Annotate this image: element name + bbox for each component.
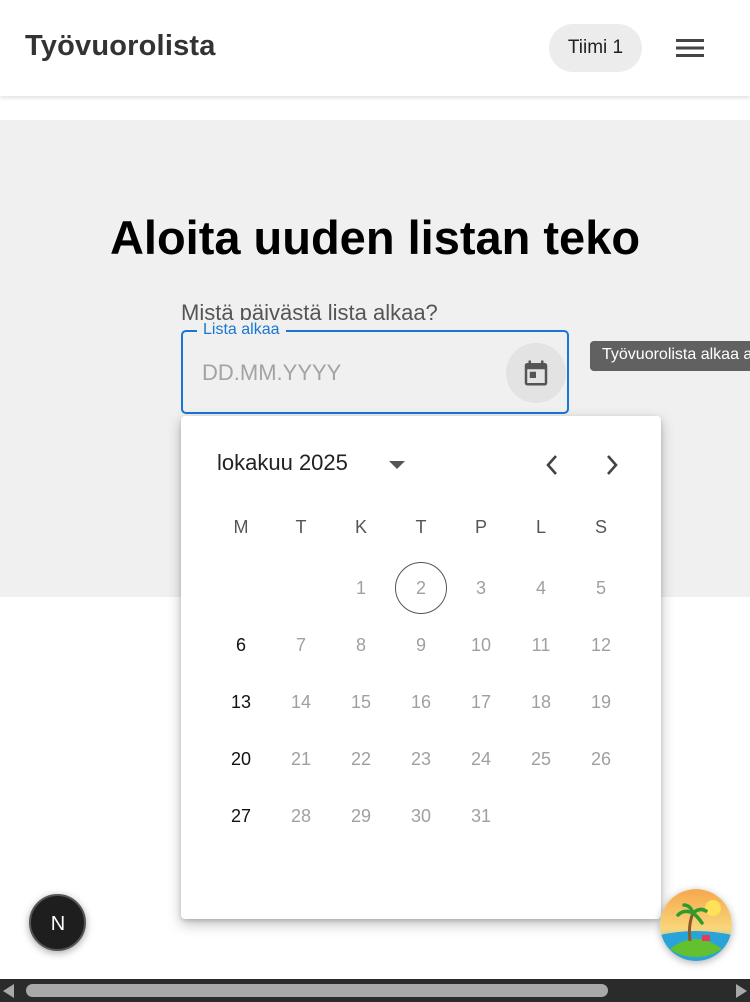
weekday-label: T bbox=[415, 517, 427, 537]
chevron-down-icon bbox=[389, 461, 405, 469]
chevron-right-icon bbox=[607, 455, 618, 475]
calendar-day: 8 bbox=[355, 634, 366, 655]
chevron-left-icon bbox=[546, 455, 557, 475]
calendar-day: 30 bbox=[410, 805, 432, 826]
start-date-label: Lista alkaa bbox=[197, 320, 286, 340]
calendar-day: 7 bbox=[295, 634, 306, 655]
calendar-day: 15 bbox=[350, 691, 372, 712]
calendar-day: 23 bbox=[410, 748, 432, 769]
beach-island-button[interactable] bbox=[660, 889, 732, 961]
date-picker-popup: lokakuu 2025 MTKTPLS 1 2 3 4 5 6 7 8 9 10 11 12 13 14… bbox=[181, 416, 661, 919]
team-chip[interactable]: Tiimi 1 bbox=[549, 24, 642, 72]
calendar-day: 17 bbox=[470, 691, 492, 712]
calendar-day: 16 bbox=[410, 691, 432, 712]
menu-button[interactable] bbox=[664, 24, 716, 72]
horizontal-scrollbar[interactable] bbox=[0, 979, 750, 1002]
calendar-day-today: 2 bbox=[395, 562, 447, 614]
calendar-day: 12 bbox=[590, 634, 612, 655]
scroll-left-arrow[interactable] bbox=[3, 984, 14, 998]
calendar-day: 22 bbox=[350, 748, 372, 769]
page-title: Aloita uuden listan teko bbox=[109, 211, 641, 264]
calendar-month-label[interactable]: lokakuu 2025 bbox=[217, 450, 348, 476]
calendar-day: 25 bbox=[530, 748, 552, 769]
calendar-day: 19 bbox=[590, 691, 612, 712]
calendar-day: 10 bbox=[470, 634, 492, 655]
app-bar: Työvuorolista Tiimi 1 bbox=[0, 0, 750, 96]
calendar-day: 26 bbox=[590, 748, 612, 769]
calendar-day: 1 bbox=[355, 577, 366, 598]
calendar-day: 14 bbox=[290, 691, 312, 712]
month-year-dropdown-button[interactable] bbox=[384, 452, 410, 478]
calendar-day: 31 bbox=[470, 805, 492, 826]
weekday-label: T bbox=[295, 517, 307, 537]
scroll-right-arrow[interactable] bbox=[736, 984, 747, 998]
hamburger-menu-icon bbox=[676, 39, 704, 57]
app-title[interactable]: Työvuorolista bbox=[25, 30, 216, 63]
calendar-day[interactable]: 6 bbox=[215, 619, 267, 671]
calendar-day: 5 bbox=[595, 577, 606, 598]
calendar-day[interactable]: 27 bbox=[215, 790, 267, 842]
weekday-label: L bbox=[535, 517, 546, 537]
previous-month-button[interactable] bbox=[537, 450, 567, 480]
weekday-label: S bbox=[594, 517, 607, 537]
weekday-label: M bbox=[233, 517, 249, 537]
open-calendar-button[interactable] bbox=[506, 343, 566, 403]
calendar-day: 28 bbox=[290, 805, 312, 826]
start-date-field[interactable]: Lista alkaa bbox=[181, 320, 569, 414]
calendar-day: 4 bbox=[535, 577, 546, 598]
calendar-day: 18 bbox=[530, 691, 552, 712]
weekday-label: K bbox=[354, 517, 367, 537]
calendar-day: 9 bbox=[415, 634, 426, 655]
calendar-day[interactable]: 13 bbox=[215, 676, 267, 728]
next-month-button[interactable] bbox=[597, 450, 627, 480]
calendar-day: 11 bbox=[531, 634, 551, 655]
svg-text:N: N bbox=[50, 913, 64, 935]
horizontal-scroll-thumb[interactable] bbox=[26, 984, 608, 997]
calendar-day: 3 bbox=[475, 577, 486, 598]
next-dev-badge[interactable]: N bbox=[29, 894, 86, 951]
calendar-day: 24 bbox=[470, 748, 492, 769]
calendar-day[interactable]: 20 bbox=[215, 733, 267, 785]
start-date-input[interactable] bbox=[202, 356, 502, 390]
beach-island-icon bbox=[660, 889, 732, 961]
next-logo-icon: N bbox=[50, 913, 64, 935]
calendar-day: 29 bbox=[350, 805, 372, 826]
calendar-icon bbox=[524, 360, 548, 386]
weekday-label: P bbox=[474, 517, 487, 537]
start-date-tooltip: Työvuorolista alkaa aina maanantaista bbox=[590, 341, 750, 371]
calendar-day: 21 bbox=[290, 748, 312, 769]
